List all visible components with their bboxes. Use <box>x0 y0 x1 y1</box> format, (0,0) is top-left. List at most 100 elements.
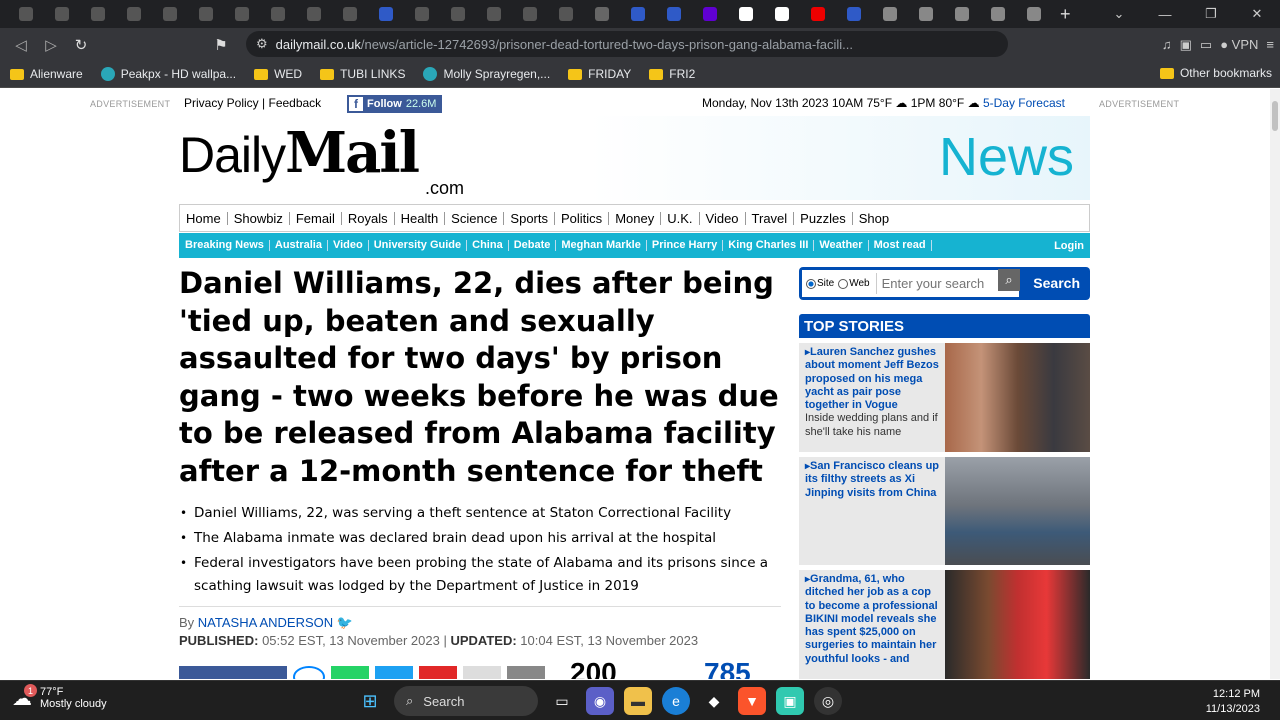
nav-item[interactable]: Travel <box>746 211 795 225</box>
brave-icon[interactable]: ▼ <box>738 687 766 715</box>
comment-share-button[interactable] <box>507 666 545 679</box>
site-info-icon[interactable]: ⚙ <box>256 36 268 52</box>
bookmark-item[interactable]: Peakpx - HD wallpa... <box>100 67 236 81</box>
browser-tab[interactable] <box>440 0 476 28</box>
browser-tab[interactable] <box>260 0 296 28</box>
story-card[interactable]: San Francisco cleans up its filthy stree… <box>799 457 1090 565</box>
system-clock[interactable]: 12:12 PM 11/13/2023 <box>1206 687 1260 717</box>
browser-tab[interactable] <box>548 0 584 28</box>
browser-tab[interactable] <box>332 0 368 28</box>
browser-tab[interactable] <box>80 0 116 28</box>
subnav-item[interactable]: China <box>467 240 509 251</box>
browser-tab[interactable] <box>728 0 764 28</box>
reload-button[interactable]: ↻ <box>66 30 96 60</box>
app-icon[interactable]: ◎ <box>814 687 842 715</box>
forward-button[interactable]: ▷ <box>36 30 66 60</box>
dailymail-logo[interactable]: DailyMail .com <box>179 120 464 198</box>
taskbar-weather[interactable]: ☁ 1 77°F Mostly cloudy <box>12 684 107 711</box>
wallet-icon[interactable]: ▭ <box>1200 37 1212 53</box>
scrollbar-thumb[interactable] <box>1272 101 1278 131</box>
restore-button[interactable]: ❐ <box>1188 0 1234 28</box>
browser-tab[interactable] <box>800 0 836 28</box>
edge-icon[interactable]: e <box>662 687 690 715</box>
search-button[interactable]: Search <box>1033 275 1080 291</box>
menu-icon[interactable]: ≡ <box>1266 37 1274 52</box>
vpn-button[interactable]: ● VPN <box>1220 37 1258 52</box>
browser-tab[interactable] <box>872 0 908 28</box>
story-card[interactable]: Grandma, 61, who ditched her job as a co… <box>799 570 1090 679</box>
browser-tab[interactable] <box>224 0 260 28</box>
subnav-item[interactable]: Meghan Markle <box>556 240 647 251</box>
comment-count[interactable]: 785 <box>704 657 751 679</box>
browser-tab[interactable] <box>512 0 548 28</box>
browser-tab[interactable] <box>692 0 728 28</box>
other-bookmarks[interactable]: Other bookmarks <box>1159 66 1272 80</box>
new-tab-button[interactable]: + <box>1060 4 1071 25</box>
subnav-item[interactable]: Australia <box>270 240 328 251</box>
browser-tab[interactable] <box>8 0 44 28</box>
browser-tab[interactable] <box>656 0 692 28</box>
bookmark-item[interactable]: Molly Sprayregen,... <box>423 67 550 81</box>
close-window-button[interactable]: ✕ <box>1234 0 1280 28</box>
windows-start-icon[interactable]: ⊞ <box>356 687 384 715</box>
facebook-follow-button[interactable]: f Follow 22.6M <box>347 95 443 113</box>
back-button[interactable]: ◁ <box>6 30 36 60</box>
story-image[interactable] <box>945 343 1090 452</box>
nav-item[interactable]: Shop <box>853 212 895 225</box>
browser-tab[interactable] <box>296 0 332 28</box>
nav-item[interactable]: Home <box>186 211 228 225</box>
bookmark-item[interactable]: FRIDAY <box>568 67 631 81</box>
nav-item[interactable]: Health <box>395 211 446 225</box>
browser-tab[interactable] <box>764 0 800 28</box>
story-headline[interactable]: San Francisco cleans up its filthy stree… <box>805 460 941 500</box>
bookmark-item[interactable]: Alienware <box>10 67 83 81</box>
media-icon[interactable]: ♫ <box>1162 37 1172 52</box>
flipboard-share-button[interactable] <box>419 666 457 679</box>
story-card[interactable]: Lauren Sanchez gushes about moment Jeff … <box>799 343 1090 452</box>
nav-item[interactable]: U.K. <box>661 211 700 225</box>
facebook-share-button[interactable] <box>179 666 287 679</box>
messenger-share-button[interactable] <box>293 666 325 679</box>
browser-tab[interactable] <box>368 0 404 28</box>
forecast-link[interactable]: 5-Day Forecast <box>983 96 1065 110</box>
subnav-item[interactable]: Prince Harry <box>647 240 724 251</box>
nav-item[interactable]: Femail <box>290 211 342 225</box>
browser-tab[interactable] <box>980 0 1016 28</box>
feedback-link[interactable]: Feedback <box>268 96 321 110</box>
nav-item[interactable]: Puzzles <box>794 211 853 225</box>
bookmark-item[interactable]: FRI2 <box>649 67 695 81</box>
story-headline[interactable]: Lauren Sanchez gushes about moment Jeff … <box>805 346 941 439</box>
taskview-icon[interactable]: ▭ <box>548 687 576 715</box>
story-image[interactable] <box>945 457 1090 565</box>
browser-tab[interactable] <box>116 0 152 28</box>
nav-item[interactable]: Royals <box>342 211 395 225</box>
nav-item[interactable]: Video <box>700 211 746 225</box>
subnav-item[interactable]: University Guide <box>369 240 468 251</box>
browser-tab[interactable] <box>476 0 512 28</box>
address-bar[interactable]: ⚙ dailymail.co.uk /news/article-12742693… <box>246 31 1008 57</box>
browser-tab[interactable] <box>44 0 80 28</box>
browser-tab[interactable] <box>188 0 224 28</box>
subnav-item[interactable]: Video <box>328 240 369 251</box>
nav-item[interactable]: Politics <box>555 211 610 225</box>
radio-site[interactable] <box>806 278 816 289</box>
radio-web[interactable] <box>838 278 849 289</box>
author-link[interactable]: NATASHA ANDERSON <box>198 615 333 630</box>
subnav-item[interactable]: Breaking News <box>185 240 270 251</box>
bookmark-icon[interactable]: ⚑ <box>206 30 236 60</box>
subnav-item[interactable]: King Charles III <box>723 240 815 251</box>
taskbar-search[interactable]: ⌕ Search <box>394 686 538 716</box>
bookmark-item[interactable]: WED <box>254 67 302 81</box>
file-explorer-icon[interactable]: ▬ <box>624 687 652 715</box>
whatsapp-share-button[interactable] <box>331 666 369 679</box>
browser-tab[interactable] <box>836 0 872 28</box>
privacy-link[interactable]: Privacy Policy <box>184 96 259 110</box>
login-link[interactable]: Login <box>1054 240 1084 252</box>
scrollbar[interactable] <box>1270 89 1280 679</box>
bookmark-item[interactable]: TUBI LINKS <box>320 67 405 81</box>
twitter-share-button[interactable] <box>375 666 413 679</box>
email-share-button[interactable] <box>463 666 501 679</box>
browser-tab[interactable] <box>908 0 944 28</box>
nav-item[interactable]: Science <box>445 211 505 225</box>
sidebar-icon[interactable]: ▣ <box>1180 37 1192 53</box>
